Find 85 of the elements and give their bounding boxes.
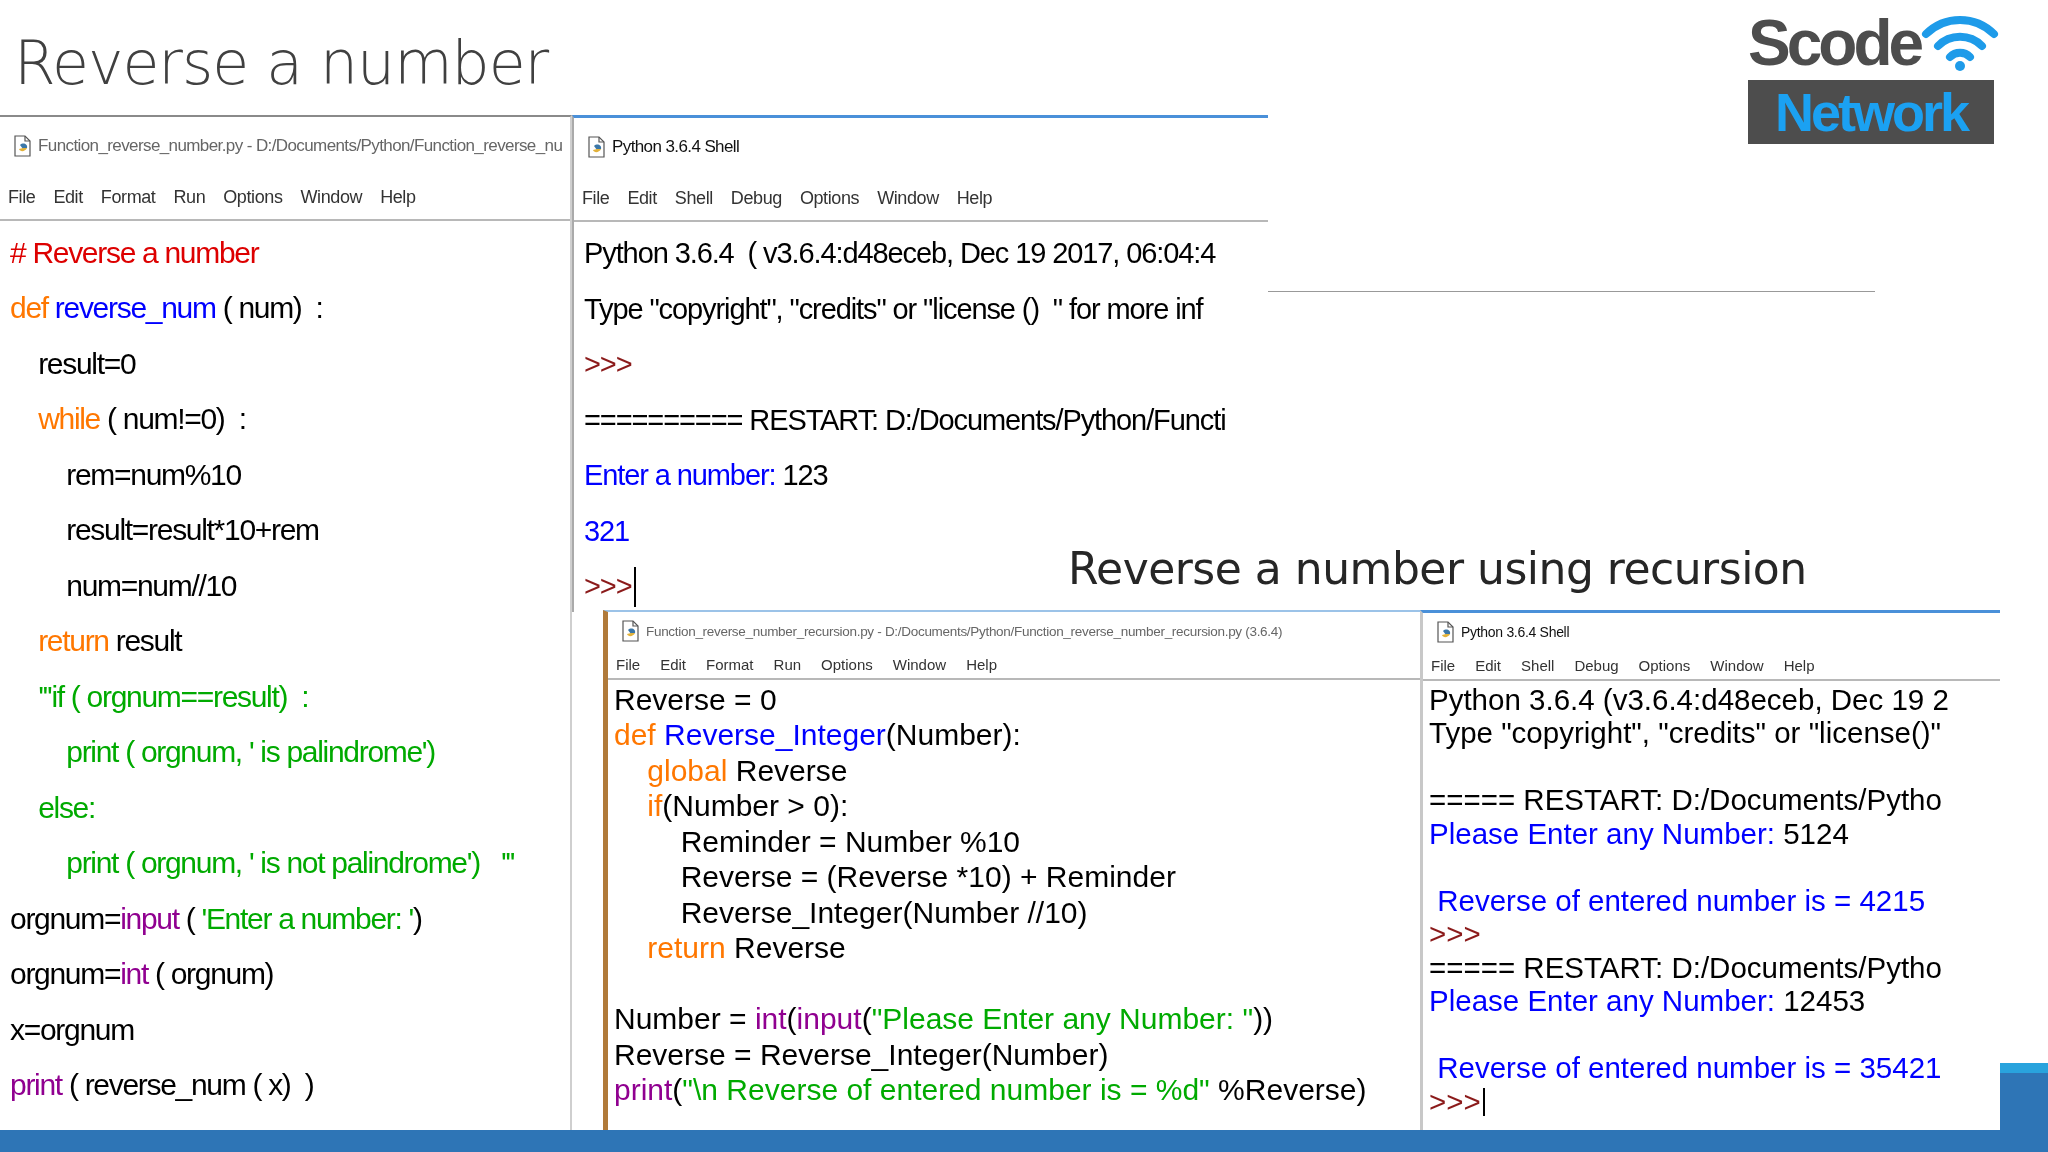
- document-icon: [620, 620, 640, 642]
- menu-item[interactable]: Window: [877, 187, 939, 209]
- document-icon: [586, 136, 606, 158]
- shell-line: ========== RESTART: D:/Documents/Python/Functi: [584, 403, 1226, 437]
- code-line: print ( orgnum, ' is not palindrome') ''': [65, 846, 515, 881]
- shell-line: Reverse of entered number is = 4215: [1436, 883, 1926, 918]
- code-line: result=0: [37, 346, 136, 381]
- menu-item[interactable]: Edit: [53, 186, 83, 208]
- shell-line: Enter a number: 123: [584, 459, 828, 493]
- slide-subtitle: Reverse a number using recursion: [1068, 543, 1807, 594]
- logo-text: Scode: [1748, 10, 1921, 76]
- menu-item[interactable]: Help: [380, 186, 416, 208]
- shell-line: >>>: [584, 570, 632, 604]
- code-line: Reminder = Number %10: [679, 824, 1020, 859]
- menu-item[interactable]: File: [582, 187, 610, 209]
- menu-item[interactable]: Window: [1710, 656, 1764, 674]
- menu-item[interactable]: Debug: [730, 187, 782, 209]
- menu-item[interactable]: File: [616, 655, 641, 673]
- logo-banner: Network: [1748, 80, 1994, 144]
- code-line: '''if ( orgnum==result) :: [37, 679, 309, 714]
- code-line: global Reverse: [646, 753, 848, 788]
- window-title: Function_reverse_number.py - D:/Documents/Python/Function_reverse_nu: [38, 136, 563, 156]
- menu-item[interactable]: Help: [1783, 656, 1815, 674]
- menu-item[interactable]: File: [1431, 656, 1456, 674]
- menu-item[interactable]: Options: [1638, 656, 1691, 674]
- code-line: return result: [37, 624, 182, 659]
- code-line: # Reverse a number: [10, 235, 259, 270]
- menu-item[interactable]: Run: [773, 655, 802, 673]
- menu-item[interactable]: Edit: [660, 655, 687, 673]
- menu-item[interactable]: Shell: [674, 187, 713, 209]
- menu-item[interactable]: Format: [706, 655, 754, 673]
- window-title: Python 3.6.4 Shell: [1461, 624, 1570, 640]
- shell-line: 321: [584, 514, 630, 548]
- code-line: orgnum=int ( orgnum): [10, 957, 274, 992]
- menu-item[interactable]: File: [8, 186, 36, 208]
- shell-line: >>>: [1429, 1084, 1481, 1119]
- code-line: return Reverse: [646, 931, 846, 966]
- shell-line: Python 3.6.4 (v3.6.4:d48eceb, Dec 19 2: [1429, 682, 1949, 717]
- document-icon: [1435, 621, 1455, 643]
- menu-item[interactable]: Options: [821, 655, 873, 673]
- menu-item[interactable]: Edit: [1475, 656, 1502, 674]
- code-line: num=num//10: [65, 568, 237, 603]
- code-line: def Reverse_Integer(Number):: [614, 718, 1021, 753]
- document-icon: [12, 135, 32, 157]
- window-title: Python 3.6.4 Shell: [612, 137, 740, 157]
- code-line: print("\n Reverse of entered number is = %d" %Reverse): [614, 1073, 1367, 1108]
- menu-item[interactable]: Options: [223, 186, 283, 208]
- shell-line: Please Enter any Number: 5124: [1429, 816, 1849, 851]
- code-line: x=orgnum: [10, 1012, 134, 1047]
- code-line: Reverse = (Reverse *10) + Reminder: [679, 860, 1176, 895]
- menu-item[interactable]: Help: [966, 655, 997, 673]
- code-line: Reverse_Integer(Number //10): [679, 895, 1088, 930]
- menu-item[interactable]: Window: [300, 186, 363, 208]
- shell-line: Type "copyright", "credits" or "license () " for more inf: [584, 292, 1203, 326]
- menu-item[interactable]: Edit: [627, 187, 657, 209]
- slide-title: Reverse a number: [14, 28, 549, 98]
- code-line: Number = int(input("Please Enter any Number: ")): [614, 1002, 1274, 1037]
- code-line: print ( reverse_num ( x) ): [10, 1068, 314, 1103]
- code-line: if(Number > 0):: [646, 789, 849, 824]
- menu-item[interactable]: Window: [892, 655, 947, 673]
- code-line: print ( orgnum, ' is palindrome'): [65, 735, 435, 770]
- code-line: Reverse = 0: [614, 682, 777, 717]
- window-title: Function_reverse_number_recursion.py - D:/Documents/Python/Function_reverse_number_recursion.py (3.6.4): [646, 623, 1283, 639]
- shell-line: >>>: [584, 348, 632, 382]
- shell-line: Please Enter any Number: 12453: [1429, 984, 1866, 1019]
- code-line: def reverse_num ( num) :: [10, 291, 323, 326]
- code-line: while ( num!=0) :: [37, 402, 246, 437]
- shell-line: ===== RESTART: D:/Documents/Pytho: [1429, 950, 1942, 985]
- shell-line: ===== RESTART: D:/Documents/Pytho: [1429, 783, 1942, 818]
- menu-item[interactable]: Options: [799, 187, 860, 209]
- menu-item[interactable]: Help: [956, 187, 993, 209]
- corner-block: [2000, 1063, 2048, 1130]
- shell-line: >>>: [1429, 917, 1481, 952]
- code-line: else:: [37, 790, 95, 825]
- menu-item[interactable]: Debug: [1574, 656, 1619, 674]
- code-line: rem=num%10: [65, 457, 241, 492]
- code-line: Reverse = Reverse_Integer(Number): [614, 1037, 1109, 1072]
- menu-item[interactable]: Shell: [1521, 656, 1555, 674]
- code-line: orgnum=input ( 'Enter a number: '): [10, 901, 422, 936]
- shell-line: Python 3.6.4 ( v3.6.4:d48eceb, Dec 19 2017, 06:04:4: [584, 237, 1216, 271]
- code-line: result=result*10+rem: [65, 513, 319, 548]
- shell-line: Reverse of entered number is = 35421: [1436, 1051, 1942, 1086]
- menu-item[interactable]: Run: [173, 186, 206, 208]
- menu-item[interactable]: Format: [100, 186, 156, 208]
- shell-line: Type "copyright", "credits" or "license()": [1429, 716, 1942, 751]
